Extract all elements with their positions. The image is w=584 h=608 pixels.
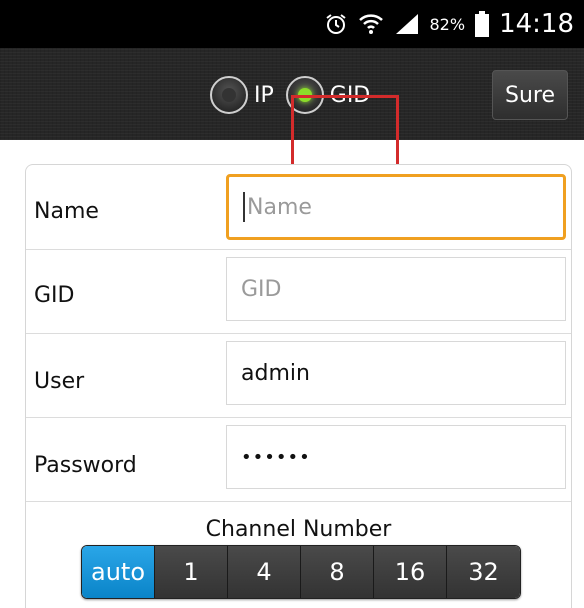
battery-percent: 82%	[429, 14, 466, 34]
name-field[interactable]: Name	[226, 174, 566, 240]
channel-number-title: Channel Number	[205, 517, 392, 542]
radio-dot	[222, 88, 236, 102]
password-label: Password	[34, 453, 137, 478]
name-label: Name	[34, 199, 99, 224]
gid-row: GID GID	[26, 249, 571, 334]
status-bar: 82% 14:18	[0, 0, 584, 48]
user-field[interactable]: admin	[226, 341, 566, 405]
gid-field[interactable]: GID	[226, 257, 566, 321]
signal-icon	[394, 12, 420, 36]
name-row: Name Name	[26, 165, 571, 250]
clock: 14:18	[499, 9, 574, 39]
gid-label: GID	[34, 283, 75, 308]
battery-icon	[475, 11, 490, 37]
sure-button[interactable]: Sure	[492, 70, 568, 120]
password-row: Password ••••••	[26, 417, 571, 502]
password-field[interactable]: ••••••	[226, 425, 566, 489]
radio-ip-label[interactable]: IP	[254, 83, 274, 108]
alarm-icon	[324, 12, 348, 36]
settings-card: Name Name GID GID User admin Password ••…	[25, 164, 572, 608]
name-placeholder: Name	[247, 194, 312, 220]
radio-ip[interactable]	[210, 76, 248, 114]
channel-option-4[interactable]: 4	[228, 546, 301, 598]
channel-option-16[interactable]: 16	[374, 546, 447, 598]
channel-option-auto[interactable]: auto	[82, 546, 155, 598]
status-icons: 82% 14:18	[324, 0, 574, 48]
gid-placeholder: GID	[241, 276, 282, 302]
channel-option-1[interactable]: 1	[155, 546, 228, 598]
wifi-icon	[358, 12, 384, 36]
password-value: ••••••	[241, 446, 311, 468]
text-cursor	[243, 192, 245, 222]
user-label: User	[34, 369, 85, 394]
top-bar: IP GID Sure	[0, 48, 584, 186]
user-row: User admin	[26, 333, 571, 418]
user-value: admin	[241, 360, 310, 386]
channel-segmented-control: auto 1 4 8 16 32	[81, 545, 521, 599]
channel-option-8[interactable]: 8	[301, 546, 374, 598]
channel-option-32[interactable]: 32	[447, 546, 520, 598]
